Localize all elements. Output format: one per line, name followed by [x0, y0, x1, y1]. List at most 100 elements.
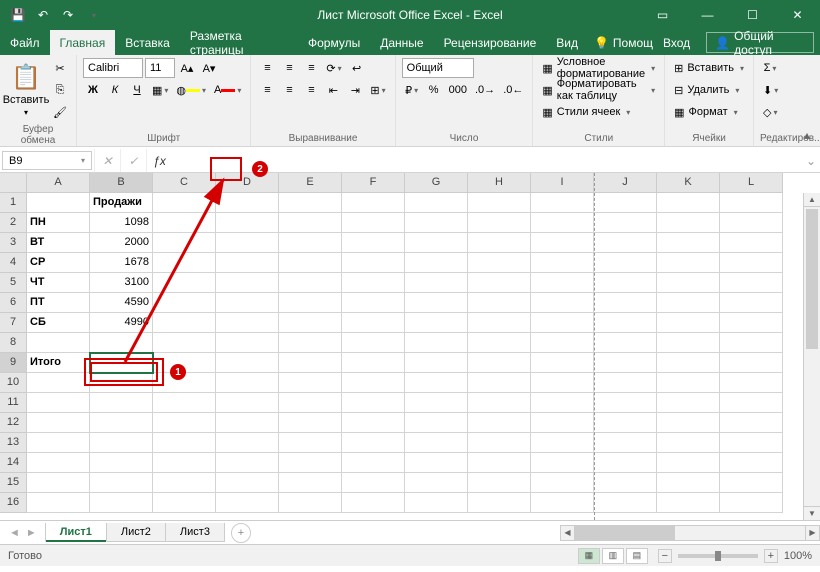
cell-E13[interactable]: [279, 433, 342, 453]
cut-button[interactable]: ✂: [50, 58, 70, 78]
cell-K2[interactable]: [657, 213, 720, 233]
cell-F14[interactable]: [342, 453, 405, 473]
sheet-tab-2[interactable]: Лист2: [106, 523, 166, 542]
cell-A3[interactable]: ВТ: [27, 233, 90, 253]
percent-button[interactable]: %: [424, 80, 444, 100]
cell-J14[interactable]: [594, 453, 657, 473]
cell-D12[interactable]: [216, 413, 279, 433]
cell-I9[interactable]: [531, 353, 594, 373]
cell-J15[interactable]: [594, 473, 657, 493]
cell-C8[interactable]: [153, 333, 216, 353]
close-icon[interactable]: ✕: [775, 0, 820, 30]
cell-H12[interactable]: [468, 413, 531, 433]
cell-F15[interactable]: [342, 473, 405, 493]
increase-indent-button[interactable]: ⇥: [345, 80, 365, 100]
column-header-F[interactable]: F: [342, 173, 405, 193]
cell-H13[interactable]: [468, 433, 531, 453]
cell-C16[interactable]: [153, 493, 216, 513]
tab-review[interactable]: Рецензирование: [434, 30, 547, 55]
cell-E14[interactable]: [279, 453, 342, 473]
cell-G10[interactable]: [405, 373, 468, 393]
row-header-1[interactable]: 1: [0, 193, 27, 213]
row-header-6[interactable]: 6: [0, 293, 27, 313]
ribbon-options-icon[interactable]: ▭: [640, 0, 685, 30]
cell-B1[interactable]: Продажи: [90, 193, 153, 213]
cell-B2[interactable]: 1098: [90, 213, 153, 233]
align-bottom-button[interactable]: ≡: [301, 58, 321, 78]
cell-L6[interactable]: [720, 293, 783, 313]
format-painter-button[interactable]: 🖌: [50, 102, 70, 122]
cell-F2[interactable]: [342, 213, 405, 233]
grow-font-button[interactable]: A▴: [177, 58, 197, 78]
cell-F6[interactable]: [342, 293, 405, 313]
font-name-input[interactable]: [83, 58, 143, 78]
cell-G9[interactable]: [405, 353, 468, 373]
cell-A7[interactable]: СБ: [27, 313, 90, 333]
cell-B9[interactable]: [90, 353, 153, 373]
row-header-9[interactable]: 9: [0, 353, 27, 373]
cell-E11[interactable]: [279, 393, 342, 413]
cell-E5[interactable]: [279, 273, 342, 293]
cell-H3[interactable]: [468, 233, 531, 253]
cell-L8[interactable]: [720, 333, 783, 353]
cancel-formula-button[interactable]: ✕: [94, 149, 120, 172]
cell-F4[interactable]: [342, 253, 405, 273]
cell-F9[interactable]: [342, 353, 405, 373]
tab-insert[interactable]: Вставка: [115, 30, 180, 55]
cell-C14[interactable]: [153, 453, 216, 473]
cell-L4[interactable]: [720, 253, 783, 273]
cell-C12[interactable]: [153, 413, 216, 433]
cell-A14[interactable]: [27, 453, 90, 473]
cell-J4[interactable]: [594, 253, 657, 273]
row-header-10[interactable]: 10: [0, 373, 27, 393]
cell-J13[interactable]: [594, 433, 657, 453]
cell-I12[interactable]: [531, 413, 594, 433]
new-sheet-button[interactable]: +: [231, 523, 251, 543]
cell-A11[interactable]: [27, 393, 90, 413]
signin-link[interactable]: Вход: [653, 30, 700, 55]
wrap-text-button[interactable]: ↩: [347, 58, 367, 78]
cell-H9[interactable]: [468, 353, 531, 373]
cell-K7[interactable]: [657, 313, 720, 333]
increase-decimal-button[interactable]: .0→: [472, 80, 498, 100]
cell-B4[interactable]: 1678: [90, 253, 153, 273]
delete-cells-button[interactable]: ⊟Удалить: [671, 80, 747, 100]
cell-L3[interactable]: [720, 233, 783, 253]
cell-H11[interactable]: [468, 393, 531, 413]
column-header-A[interactable]: A: [27, 173, 90, 193]
scrollbar-thumb[interactable]: [806, 209, 818, 349]
align-top-button[interactable]: ≡: [257, 58, 277, 78]
cell-K4[interactable]: [657, 253, 720, 273]
cell-C6[interactable]: [153, 293, 216, 313]
normal-view-button[interactable]: ▦: [578, 548, 600, 564]
cell-A1[interactable]: [27, 193, 90, 213]
cell-D4[interactable]: [216, 253, 279, 273]
cell-C1[interactable]: [153, 193, 216, 213]
cell-J9[interactable]: [594, 353, 657, 373]
cell-J1[interactable]: [594, 193, 657, 213]
cell-G3[interactable]: [405, 233, 468, 253]
cell-H4[interactable]: [468, 253, 531, 273]
scroll-right-icon[interactable]: ▶: [805, 526, 819, 540]
cell-C5[interactable]: [153, 273, 216, 293]
row-header-14[interactable]: 14: [0, 453, 27, 473]
tab-home[interactable]: Главная: [50, 30, 116, 55]
cell-G11[interactable]: [405, 393, 468, 413]
cell-D16[interactable]: [216, 493, 279, 513]
cell-F5[interactable]: [342, 273, 405, 293]
name-box[interactable]: B9▾: [2, 151, 92, 170]
sheet-tab-1[interactable]: Лист1: [45, 523, 107, 542]
cell-E3[interactable]: [279, 233, 342, 253]
column-header-I[interactable]: I: [531, 173, 594, 193]
cell-H15[interactable]: [468, 473, 531, 493]
nav-prev-icon[interactable]: ◄: [6, 527, 23, 539]
cell-D6[interactable]: [216, 293, 279, 313]
cell-L7[interactable]: [720, 313, 783, 333]
vertical-scrollbar[interactable]: ▲ ▼: [803, 193, 820, 520]
cell-H5[interactable]: [468, 273, 531, 293]
cell-A6[interactable]: ПТ: [27, 293, 90, 313]
cell-A12[interactable]: [27, 413, 90, 433]
fill-button[interactable]: ⬇: [760, 80, 781, 100]
cell-A5[interactable]: ЧТ: [27, 273, 90, 293]
cell-E9[interactable]: [279, 353, 342, 373]
